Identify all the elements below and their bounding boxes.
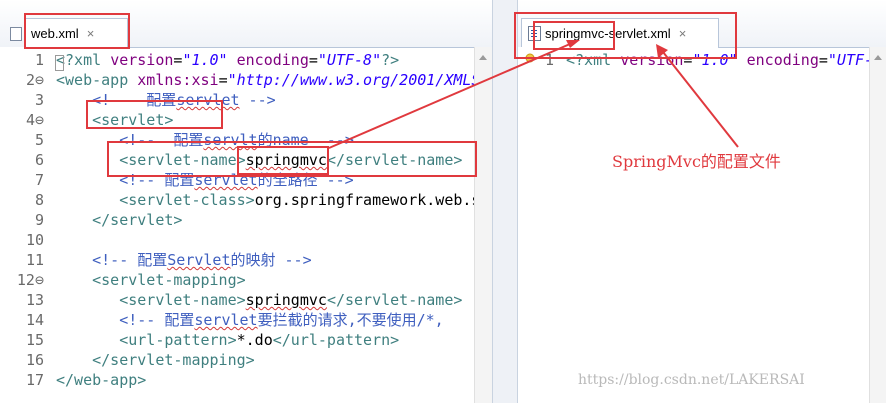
code-token: 的映射 --> [230,251,312,269]
code-token: org.springframework.web.s [254,191,481,209]
line-number: 1 [34,51,44,69]
web-xml-editor-pane[interactable]: web.xml × 1 2⊖ 3 4⊖ 5 6 7 8 9 10 11 12⊖ 13 14 15 16 17 <… [0,0,492,403]
line-number: 6 [34,151,44,169]
code-token: </servlet> [56,211,183,229]
watermark: https://blog.csdn.net/LAKERSAI [578,372,805,388]
code-token: </url-pattern> [272,331,400,349]
scroll-up-icon[interactable] [874,55,882,60]
code-token: "UTF-8" [317,51,382,69]
code-token: version [110,51,174,69]
annotation-box-springmvc-name [533,21,615,50]
code-token: </servlet-mapping> [56,351,255,369]
line-number: 9 [34,211,44,229]
code-token: <url-pattern> [56,331,237,349]
annotation-label: SpringMvc的配置文件 [612,152,781,171]
line-number: 15 [25,331,44,349]
code-token: "1.0" [182,51,228,69]
text-cursor [55,55,64,71]
code-line[interactable]: <web-app xmlns:xsi="http://www.w3.org/20… [56,70,480,90]
code-token: springmvc [245,291,327,309]
code-token: <?xml [56,51,111,69]
line-number: 13 [25,291,44,309]
file-icon [10,27,22,41]
code-token: = [818,51,828,69]
code-line[interactable]: <!-- 配置servlet要拦截的请求,不要使用/*, [56,310,444,330]
code-token: <servlet-name> [56,291,246,309]
code-token: ?> [381,51,400,69]
code-line[interactable]: </servlet> [56,210,182,230]
line-number-gutter: 1 2⊖ 3 4⊖ 5 6 7 8 9 10 11 12⊖ 13 14 15 16 17 [0,47,52,403]
code-token: *.do [236,331,273,349]
code-line[interactable]: <url-pattern>*.do</url-pattern> [56,330,399,350]
code-token: = [308,51,318,69]
line-number: 14 [25,311,44,329]
code-token: Servlet [167,251,231,269]
line-number: 12⊖ [16,271,44,289]
code-line[interactable]: <?xml version="1.0" encoding="UTF-8"?> [56,50,399,70]
annotation-box-web-xml-tab [24,13,130,49]
code-token: xmlns:xsi [137,71,219,89]
code-token: <!-- 配置 [56,251,168,269]
line-number: 17 [25,371,44,389]
code-token: </web-app> [56,371,147,389]
vertical-scrollbar[interactable] [474,47,492,403]
code-token: <servlet-mapping> [56,271,246,289]
line-number: 7 [34,171,44,189]
annotation-box-servlet-tag [86,100,223,129]
code-token: encoding [236,51,309,69]
line-number: 11 [25,251,44,269]
line-number: 5 [34,131,44,149]
code-token: --> [239,91,276,109]
code-token: = [218,71,228,89]
code-token: encoding [746,51,819,69]
line-number: 4⊖ [25,111,44,129]
scroll-up-icon[interactable] [479,55,487,60]
code-token: </servlet-name> [326,291,463,309]
springmvc-servlet-editor-pane[interactable]: springmvc-servlet.xml × 1 <?xml version=… [517,0,886,403]
code-line[interactable]: </servlet-mapping> [56,350,255,370]
code-token: <!-- 配置 [56,311,195,329]
editor-splitter[interactable] [492,0,518,403]
annotation-box-springmvc-value [237,146,329,175]
line-number: 10 [25,231,44,249]
code-line[interactable]: <servlet-name>springmvc</servlet-name> [56,290,462,310]
code-token: <servlet-class> [56,191,255,209]
code-line[interactable]: <servlet-class>org.springframework.web.s [56,190,480,210]
vertical-scrollbar[interactable] [869,47,886,403]
line-number-gutter: 1 [518,47,558,403]
line-number: 16 [25,351,44,369]
code-token: <web-app [56,71,138,89]
code-token: servlet [194,311,258,329]
code-line[interactable]: </web-app> [56,370,146,390]
code-line[interactable]: <!-- 配置Servlet的映射 --> [56,250,312,270]
code-token: "http://www.w3.org/2001/XMLS [227,71,481,89]
line-number: 2⊖ [25,71,44,89]
code-token: 要拦截的请求,不要使用/*, [257,311,444,329]
line-number: 8 [34,191,44,209]
line-number: 3 [34,91,44,109]
code-line[interactable]: <servlet-mapping> [56,270,246,290]
